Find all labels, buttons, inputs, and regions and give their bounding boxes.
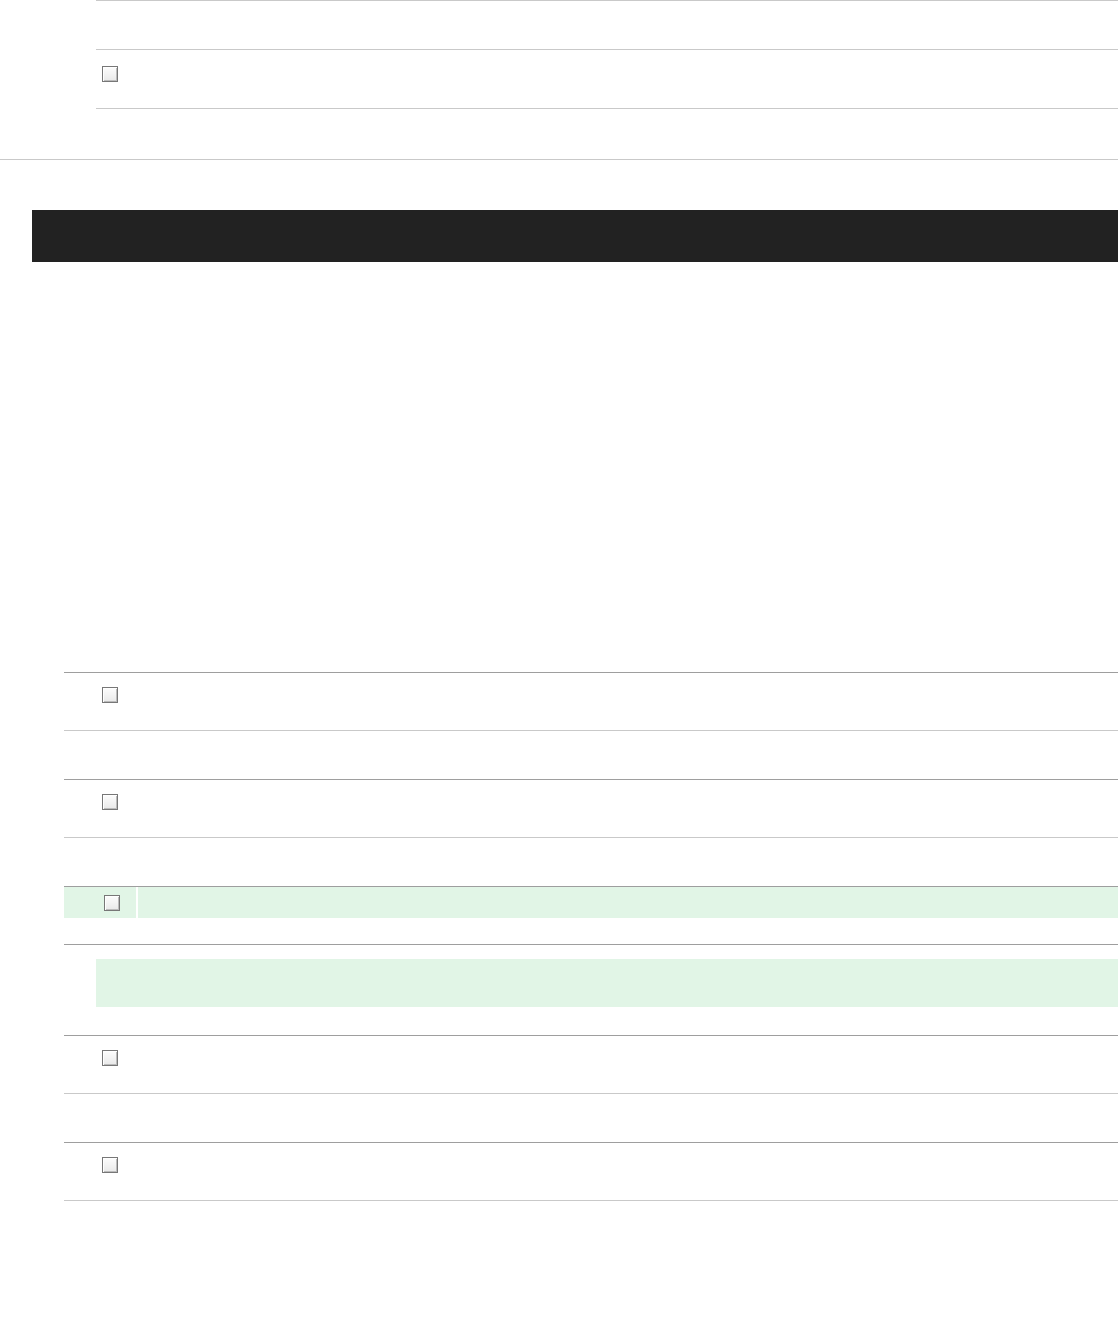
list-row[interactable] (64, 780, 1118, 838)
list-block (64, 779, 1118, 886)
checkbox-icon[interactable] (102, 1157, 118, 1173)
section-header-bar (32, 210, 1118, 262)
list-block-highlighted (64, 886, 1118, 1035)
list-row[interactable] (64, 1036, 1118, 1094)
list-block (64, 1035, 1118, 1142)
list-row[interactable] (96, 49, 1118, 109)
list-row[interactable] (64, 887, 1118, 945)
top-partial-section (0, 0, 1118, 160)
checkbox-icon[interactable] (102, 794, 118, 810)
checkbox-icon[interactable] (102, 687, 118, 703)
list-block (64, 1142, 1118, 1201)
highlight-detail-bar (96, 959, 1118, 1007)
list-row[interactable] (64, 673, 1118, 731)
content-gap (0, 262, 1118, 672)
highlight-strip-left (64, 887, 136, 918)
checkbox-icon[interactable] (102, 66, 118, 82)
highlight-strip-right (138, 887, 1118, 918)
lower-list-section (64, 672, 1118, 1201)
checkbox-icon[interactable] (102, 1050, 118, 1066)
checkbox-icon[interactable] (104, 895, 120, 911)
list-row[interactable] (64, 1143, 1118, 1201)
list-block (64, 672, 1118, 779)
